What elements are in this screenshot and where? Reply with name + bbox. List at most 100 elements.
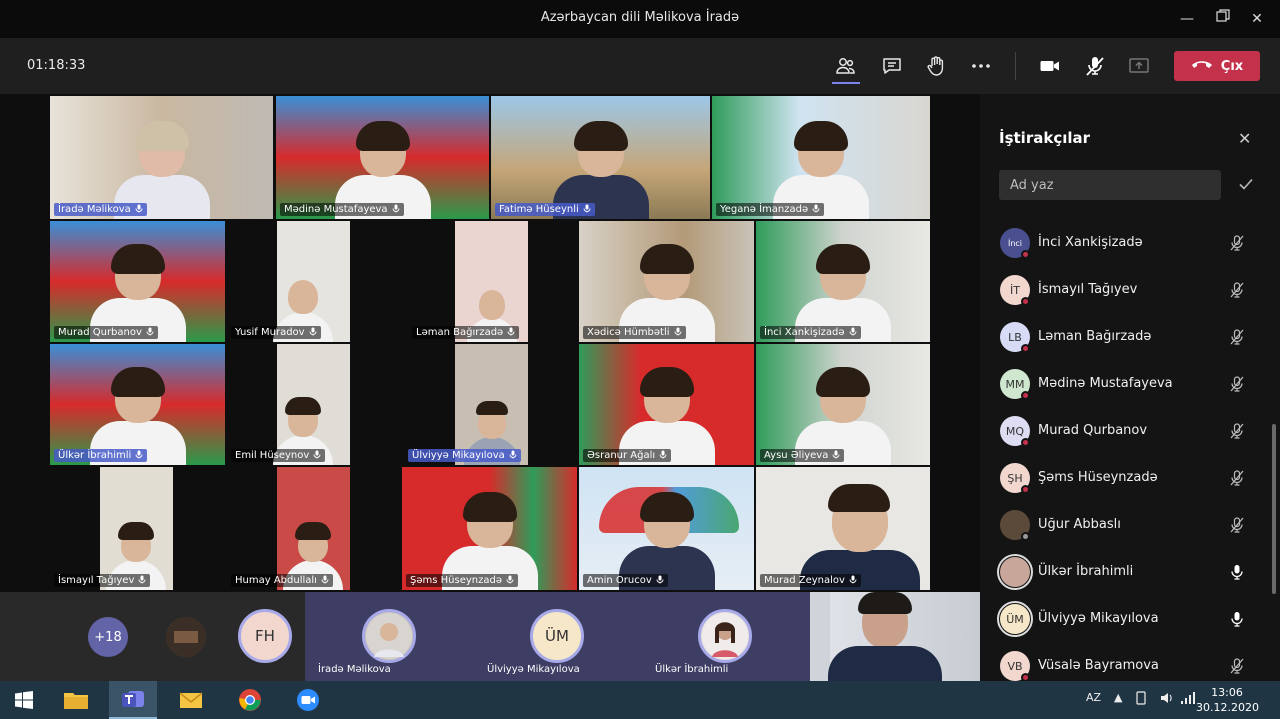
video-tile[interactable]: Şəms Hüseynzadə — [402, 467, 577, 590]
video-tile[interactable]: Ülkər İbrahimli — [50, 344, 225, 465]
device-icon[interactable] — [1134, 691, 1148, 708]
participant-row[interactable]: Uğur Abbaslı — [980, 502, 1270, 549]
close-panel-icon[interactable]: ✕ — [1238, 131, 1252, 147]
participant-list: İnci İnci Xankişizadə İT İsmayıl Tağıyev LB L… — [980, 206, 1270, 681]
volume-icon[interactable] — [1160, 691, 1174, 708]
more-participants-button[interactable]: +18 — [88, 617, 128, 657]
video-tile[interactable]: Ləman Bağırzadə — [352, 221, 577, 342]
more-options-icon[interactable] — [969, 54, 993, 78]
video-tile[interactable]: Ülviyyə Mikayılova — [352, 344, 577, 465]
file-explorer-icon[interactable] — [52, 681, 100, 719]
video-tile[interactable]: Mədinə Mustafayeva — [276, 96, 489, 219]
participant-row[interactable]: İnci İnci Xankişizadə — [980, 220, 1270, 267]
tray-chevron-icon[interactable]: ▲ — [1114, 691, 1122, 704]
teams-meeting-window: Azərbaycan dili Məlikova İradə — ✕ 01:18… — [0, 0, 1280, 719]
tile-name-label: Humay Abdullalı — [231, 574, 333, 587]
mic-icon — [388, 204, 400, 215]
video-tile[interactable]: Emil Hüseynov — [227, 344, 350, 465]
mic-icon — [502, 575, 514, 586]
participant-row[interactable] — [980, 206, 1270, 213]
network-icon[interactable] — [1180, 691, 1196, 708]
video-tile[interactable]: Əsranur Ağalı — [579, 344, 754, 465]
maximize-icon[interactable] — [1212, 8, 1234, 30]
video-tile[interactable]: Fatimə Hüseynli — [491, 96, 710, 219]
minimize-icon[interactable]: — — [1176, 8, 1198, 30]
video-tile[interactable]: İnci Xankişizadə — [756, 221, 930, 342]
zoom-icon[interactable] — [284, 681, 332, 719]
input-language[interactable]: AZ — [1086, 691, 1101, 704]
tile-name-label: Amin Orucov — [583, 574, 668, 587]
participants-icon[interactable] — [834, 54, 858, 78]
participant-avatar-fh[interactable]: FH — [238, 609, 292, 663]
microphone-muted-icon[interactable] — [1228, 422, 1246, 440]
participant-row[interactable]: VB Vüsalə Bayramova — [980, 643, 1270, 681]
camera-icon[interactable] — [1038, 54, 1062, 78]
windows-start-icon[interactable] — [0, 681, 48, 719]
microphone-muted-icon[interactable] — [1228, 657, 1246, 675]
tile-name-label: Yusif Muradov — [231, 326, 321, 339]
participant-row[interactable]: ŞH Şəms Hüseynzadə — [980, 455, 1270, 502]
toolbar-divider — [1015, 52, 1016, 80]
panel-scrollbar[interactable] — [1272, 424, 1276, 594]
mic-icon — [670, 327, 682, 338]
participant-avatar[interactable] — [166, 617, 206, 657]
checkmark-icon[interactable] — [1238, 176, 1254, 192]
presence-status-dot — [1021, 673, 1030, 681]
microphone-muted-icon[interactable] — [1228, 375, 1246, 393]
taskbar-clock[interactable]: 13:06 30.12.2020 — [1196, 685, 1259, 715]
video-tile[interactable]: Yeganə İmanzadə — [712, 96, 930, 219]
video-tile[interactable]: Aysu Əliyeva — [756, 344, 930, 465]
video-tile[interactable]: Yusif Muradov — [227, 221, 350, 342]
tile-name-label: Ləman Bağırzadə — [412, 326, 520, 339]
presence-status-dot — [1021, 297, 1030, 306]
chrome-icon[interactable] — [226, 681, 274, 719]
video-tile[interactable]: İsmayıl Tağıyev — [50, 467, 225, 590]
windows-taskbar: AZ ▲ 13:06 30.12.2020 — [0, 681, 1280, 719]
mic-icon — [808, 204, 820, 215]
video-tile[interactable]: İradə Məlikova — [50, 96, 273, 219]
share-screen-icon[interactable] — [1127, 54, 1151, 78]
microphone-muted-icon[interactable] — [1228, 469, 1246, 487]
tile-name-label: Aysu Əliyeva — [760, 449, 845, 462]
tile-name-label: İradə Məlikova — [54, 203, 147, 216]
raise-hand-icon[interactable] — [924, 54, 948, 78]
participant-avatar: ÜM — [997, 601, 1033, 637]
participant-name: Murad Qurbanov — [1038, 423, 1148, 438]
mic-icon — [579, 204, 591, 215]
microphone-icon[interactable] — [1228, 563, 1246, 581]
tile-name-label: İsmayıl Tağıyev — [54, 574, 151, 587]
search-input[interactable] — [999, 170, 1221, 200]
video-tile[interactable]: Humay Abdullalı — [227, 467, 350, 590]
close-window-icon[interactable]: ✕ — [1246, 8, 1268, 30]
microphone-icon[interactable] — [1228, 610, 1246, 628]
strip-participant-name: Ülviyyə Mikayılova — [487, 664, 580, 675]
participant-name: Ülkər İbrahimli — [1038, 564, 1134, 579]
participant-row[interactable]: İT İsmayıl Tağıyev — [980, 267, 1270, 314]
leave-button[interactable]: Çıx — [1174, 51, 1260, 81]
participant-row[interactable]: ÜM Ülviyyə Mikayılova — [980, 596, 1270, 643]
microphone-muted-icon[interactable] — [1228, 516, 1246, 534]
self-video-preview[interactable] — [810, 592, 980, 681]
chat-icon[interactable] — [880, 54, 904, 78]
participant-row[interactable]: Ülkər İbrahimli — [980, 549, 1270, 596]
participant-avatar[interactable] — [362, 609, 416, 663]
participant-avatar-um[interactable]: ÜM — [530, 609, 584, 663]
microphone-muted-icon[interactable] — [1083, 54, 1107, 78]
participant-row[interactable]: LB Ləman Bağırzadə — [980, 314, 1270, 361]
teams-taskbar-icon[interactable] — [109, 681, 157, 719]
mic-icon — [655, 450, 667, 461]
video-tile[interactable]: Amin Orucov — [579, 467, 754, 590]
video-tile[interactable]: Xədicə Hümbətli — [579, 221, 754, 342]
participant-row[interactable]: MQ Murad Qurbanov — [980, 408, 1270, 455]
mic-icon — [142, 327, 154, 338]
video-tile[interactable]: Murad Qurbanov — [50, 221, 225, 342]
participant-avatar[interactable] — [698, 609, 752, 663]
mail-icon[interactable] — [167, 681, 215, 719]
microphone-muted-icon[interactable] — [1228, 328, 1246, 346]
microphone-muted-icon[interactable] — [1228, 234, 1246, 252]
microphone-muted-icon[interactable] — [1228, 281, 1246, 299]
mic-icon — [845, 327, 857, 338]
presence-status-dot — [1021, 344, 1030, 353]
participant-row[interactable]: MM Mədinə Mustafayeva — [980, 361, 1270, 408]
video-tile[interactable]: Murad Zeynalov — [756, 467, 930, 590]
